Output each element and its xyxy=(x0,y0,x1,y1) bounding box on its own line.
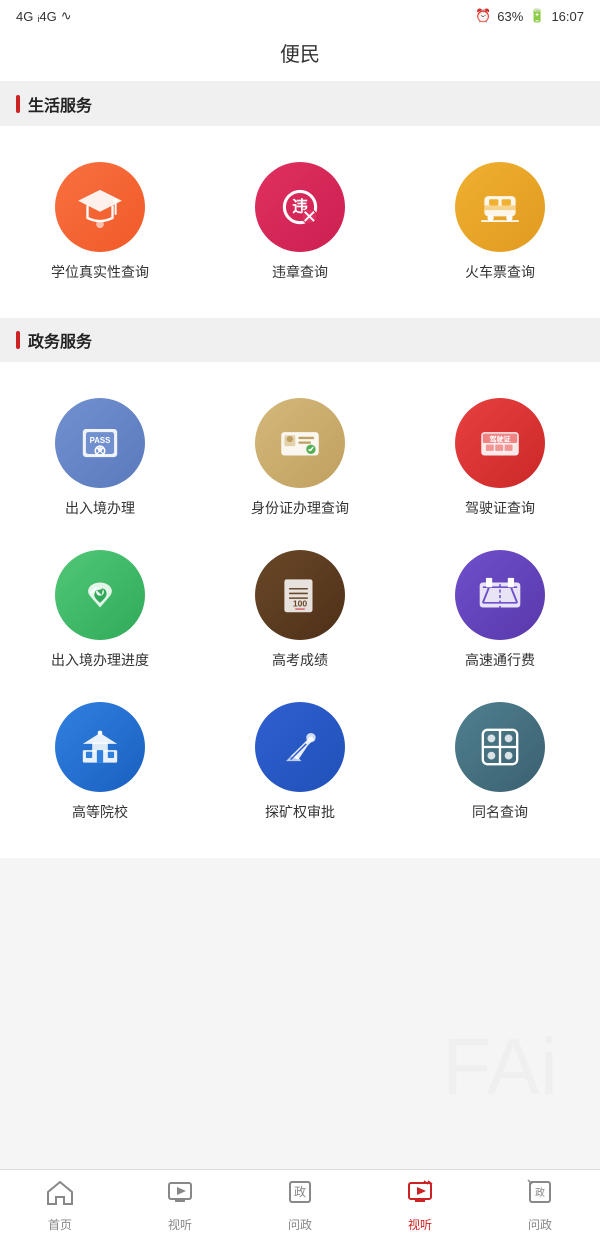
violation-label: 违章查询 xyxy=(272,262,328,282)
samename-icon xyxy=(455,702,545,792)
gaokao-label: 高考成绩 xyxy=(272,650,328,670)
nav-media1[interactable]: 视听 xyxy=(150,1178,210,1233)
border-progress-label: 出入境办理进度 xyxy=(51,650,149,670)
service-idcard[interactable]: 身份证办理查询 xyxy=(200,382,400,534)
signal-4g: 4G xyxy=(16,9,33,24)
train-icon xyxy=(455,162,545,252)
service-license[interactable]: 驾驶证 驾驶证查询 xyxy=(400,382,600,534)
nav-media1-label: 视听 xyxy=(168,1216,192,1233)
alarm-icon: ⏰ xyxy=(475,8,491,24)
svg-text:政: 政 xyxy=(294,1185,306,1199)
service-samename[interactable]: 同名查询 xyxy=(400,686,600,838)
nav-politics-label: 问政 xyxy=(288,1216,312,1233)
signal-4g2: ᵢ4G xyxy=(37,9,56,24)
section-gov-label: 政务服务 xyxy=(0,318,600,362)
section-life-label: 生活服务 xyxy=(0,82,600,126)
time: 16:07 xyxy=(551,9,584,24)
idcard-icon xyxy=(255,398,345,488)
page-title: 便民 xyxy=(280,44,320,66)
license-icon: 驾驶证 xyxy=(455,398,545,488)
mining-label: 探矿权审批 xyxy=(265,802,335,822)
border-progress-icon xyxy=(55,550,145,640)
idcard-label: 身份证办理查询 xyxy=(251,498,349,518)
home-icon xyxy=(46,1178,74,1213)
nav-politics2[interactable]: 政 问政 xyxy=(510,1178,570,1233)
bottom-nav: 首页 视听 政 问政 xyxy=(0,1169,600,1247)
university-label: 高等院校 xyxy=(72,802,128,822)
border-icon: PASS xyxy=(55,398,145,488)
service-violation[interactable]: 违 违章查询 xyxy=(200,146,400,298)
zheng-icon: 政 xyxy=(286,1178,314,1213)
highway-label: 高速通行费 xyxy=(465,650,535,670)
service-gaokao[interactable]: 100 高考成绩 xyxy=(200,534,400,686)
watermark: FAi xyxy=(400,967,600,1167)
svg-text:政: 政 xyxy=(535,1186,545,1199)
violation-icon: 违 xyxy=(255,162,345,252)
wifi-icon: ∿ xyxy=(61,8,72,24)
zheng2-icon: 政 xyxy=(526,1178,554,1213)
status-bar: 4G ᵢ4G ∿ ⏰ 63% 🔋 16:07 xyxy=(0,0,600,28)
service-border-progress[interactable]: 出入境办理进度 xyxy=(0,534,200,686)
tv-active-icon xyxy=(406,1178,434,1213)
status-right: ⏰ 63% 🔋 16:07 xyxy=(475,8,584,24)
service-border[interactable]: PASS 出入境办理 xyxy=(0,382,200,534)
mining-icon xyxy=(255,702,345,792)
samename-label: 同名查询 xyxy=(472,802,528,822)
nav-politics[interactable]: 政 问政 xyxy=(270,1178,330,1233)
university-icon xyxy=(55,702,145,792)
life-service-grid: 学位真实性查询 违 违章查询 xyxy=(0,126,600,318)
nav-media2[interactable]: 视听 xyxy=(390,1178,450,1233)
degree-label: 学位真实性查询 xyxy=(51,262,149,282)
license-label: 驾驶证查询 xyxy=(465,498,535,518)
gaokao-icon: 100 xyxy=(255,550,345,640)
service-train[interactable]: 火车票查询 xyxy=(400,146,600,298)
nav-home[interactable]: 首页 xyxy=(30,1178,90,1233)
gov-service-grid: PASS 出入境办理 xyxy=(0,362,600,858)
svg-text:100: 100 xyxy=(293,599,308,609)
page-header: 便民 xyxy=(0,28,600,82)
nav-politics2-label: 问政 xyxy=(528,1216,552,1233)
battery-icon: 🔋 xyxy=(529,8,545,24)
border-label: 出入境办理 xyxy=(65,498,135,518)
status-signals: 4G ᵢ4G ∿ xyxy=(16,8,72,24)
main-content: 生活服务 学位真实性查询 违 xyxy=(0,82,600,928)
service-highway[interactable]: 高速通行费 xyxy=(400,534,600,686)
svg-text:驾驶证: 驾驶证 xyxy=(488,434,510,443)
service-university[interactable]: 高等院校 xyxy=(0,686,200,838)
highway-icon xyxy=(455,550,545,640)
nav-home-label: 首页 xyxy=(48,1216,72,1233)
tv-icon xyxy=(166,1178,194,1213)
service-degree[interactable]: 学位真实性查询 xyxy=(0,146,200,298)
degree-icon xyxy=(55,162,145,252)
svg-text:PASS: PASS xyxy=(90,436,111,445)
battery-text: 63% xyxy=(497,9,523,24)
train-label: 火车票查询 xyxy=(465,262,535,282)
service-mining[interactable]: 探矿权审批 xyxy=(200,686,400,838)
nav-media2-label: 视听 xyxy=(408,1216,432,1233)
